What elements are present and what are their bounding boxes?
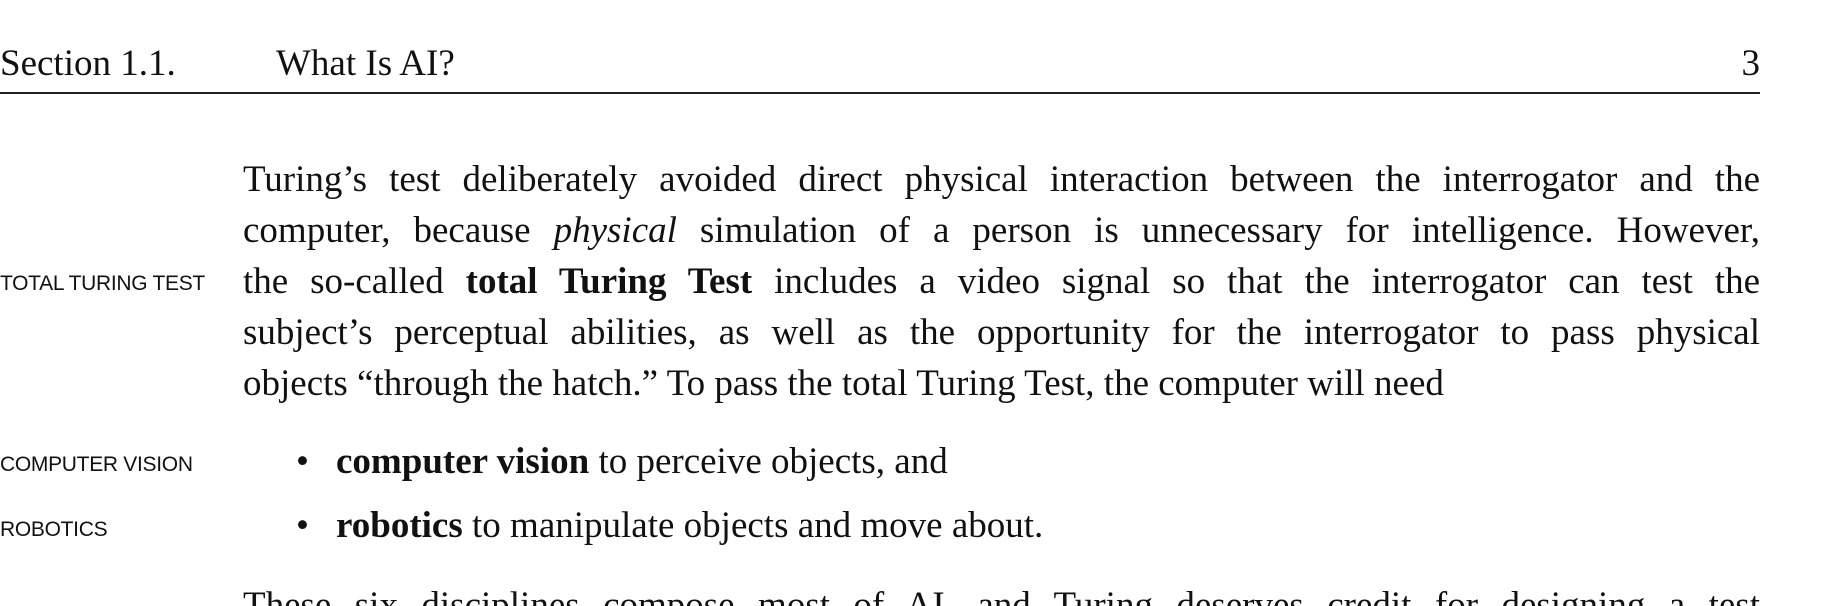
bullet-item-computer-vision: • computer vision to perceive objects, an… (296, 436, 948, 487)
text-run: includes a video signal so that the inte… (752, 261, 1761, 302)
margin-note-total-turing-test: TOTAL TURING TEST (0, 272, 205, 295)
book-page: Section 1.1. What Is AI? 3 TOTAL TURING … (0, 0, 1848, 606)
paragraph-line: subject’s perceptual abilities, as well … (243, 312, 1760, 353)
section-number: Section 1.1. (0, 43, 176, 84)
bullet-text: to perceive objects, and (589, 441, 948, 482)
term-total-turing-test: total Turing Test (465, 261, 753, 302)
paragraph-turing-test: Turing’s test deliberately avoided direc… (243, 154, 1760, 409)
bullet-item-robotics: • robotics to manipulate objects and move… (296, 500, 1043, 551)
paragraph-continuation-line: These six disciplines compose most of AI… (243, 585, 1760, 606)
emphasis-physical: physical (553, 210, 677, 251)
paragraph-line: objects “through the hatch.” To pass the… (243, 363, 1444, 404)
bullet-icon: • (296, 505, 309, 546)
margin-note-robotics: ROBOTICS (0, 518, 108, 541)
text-run: the so-called (243, 261, 466, 302)
text-run: simulation of a person is unnecessary fo… (676, 210, 1760, 251)
term-computer-vision: computer vision (336, 441, 590, 482)
bullet-icon: • (296, 441, 309, 482)
bullet-text: to manipulate objects and move about. (462, 505, 1044, 546)
margin-note-computer-vision: COMPUTER VISION (0, 453, 193, 476)
text-run: computer, because (243, 210, 554, 251)
paragraph-line: Turing’s test deliberately avoided direc… (243, 159, 1760, 200)
paragraph-line: the so-called total Turing Test includes… (243, 256, 1760, 307)
term-robotics: robotics (336, 505, 463, 546)
running-header: Section 1.1. What Is AI? 3 (0, 38, 1760, 94)
page-number: 3 (1741, 43, 1761, 84)
paragraph-line: computer, because physical simulation of… (243, 205, 1760, 256)
section-title: What Is AI? (276, 43, 455, 84)
